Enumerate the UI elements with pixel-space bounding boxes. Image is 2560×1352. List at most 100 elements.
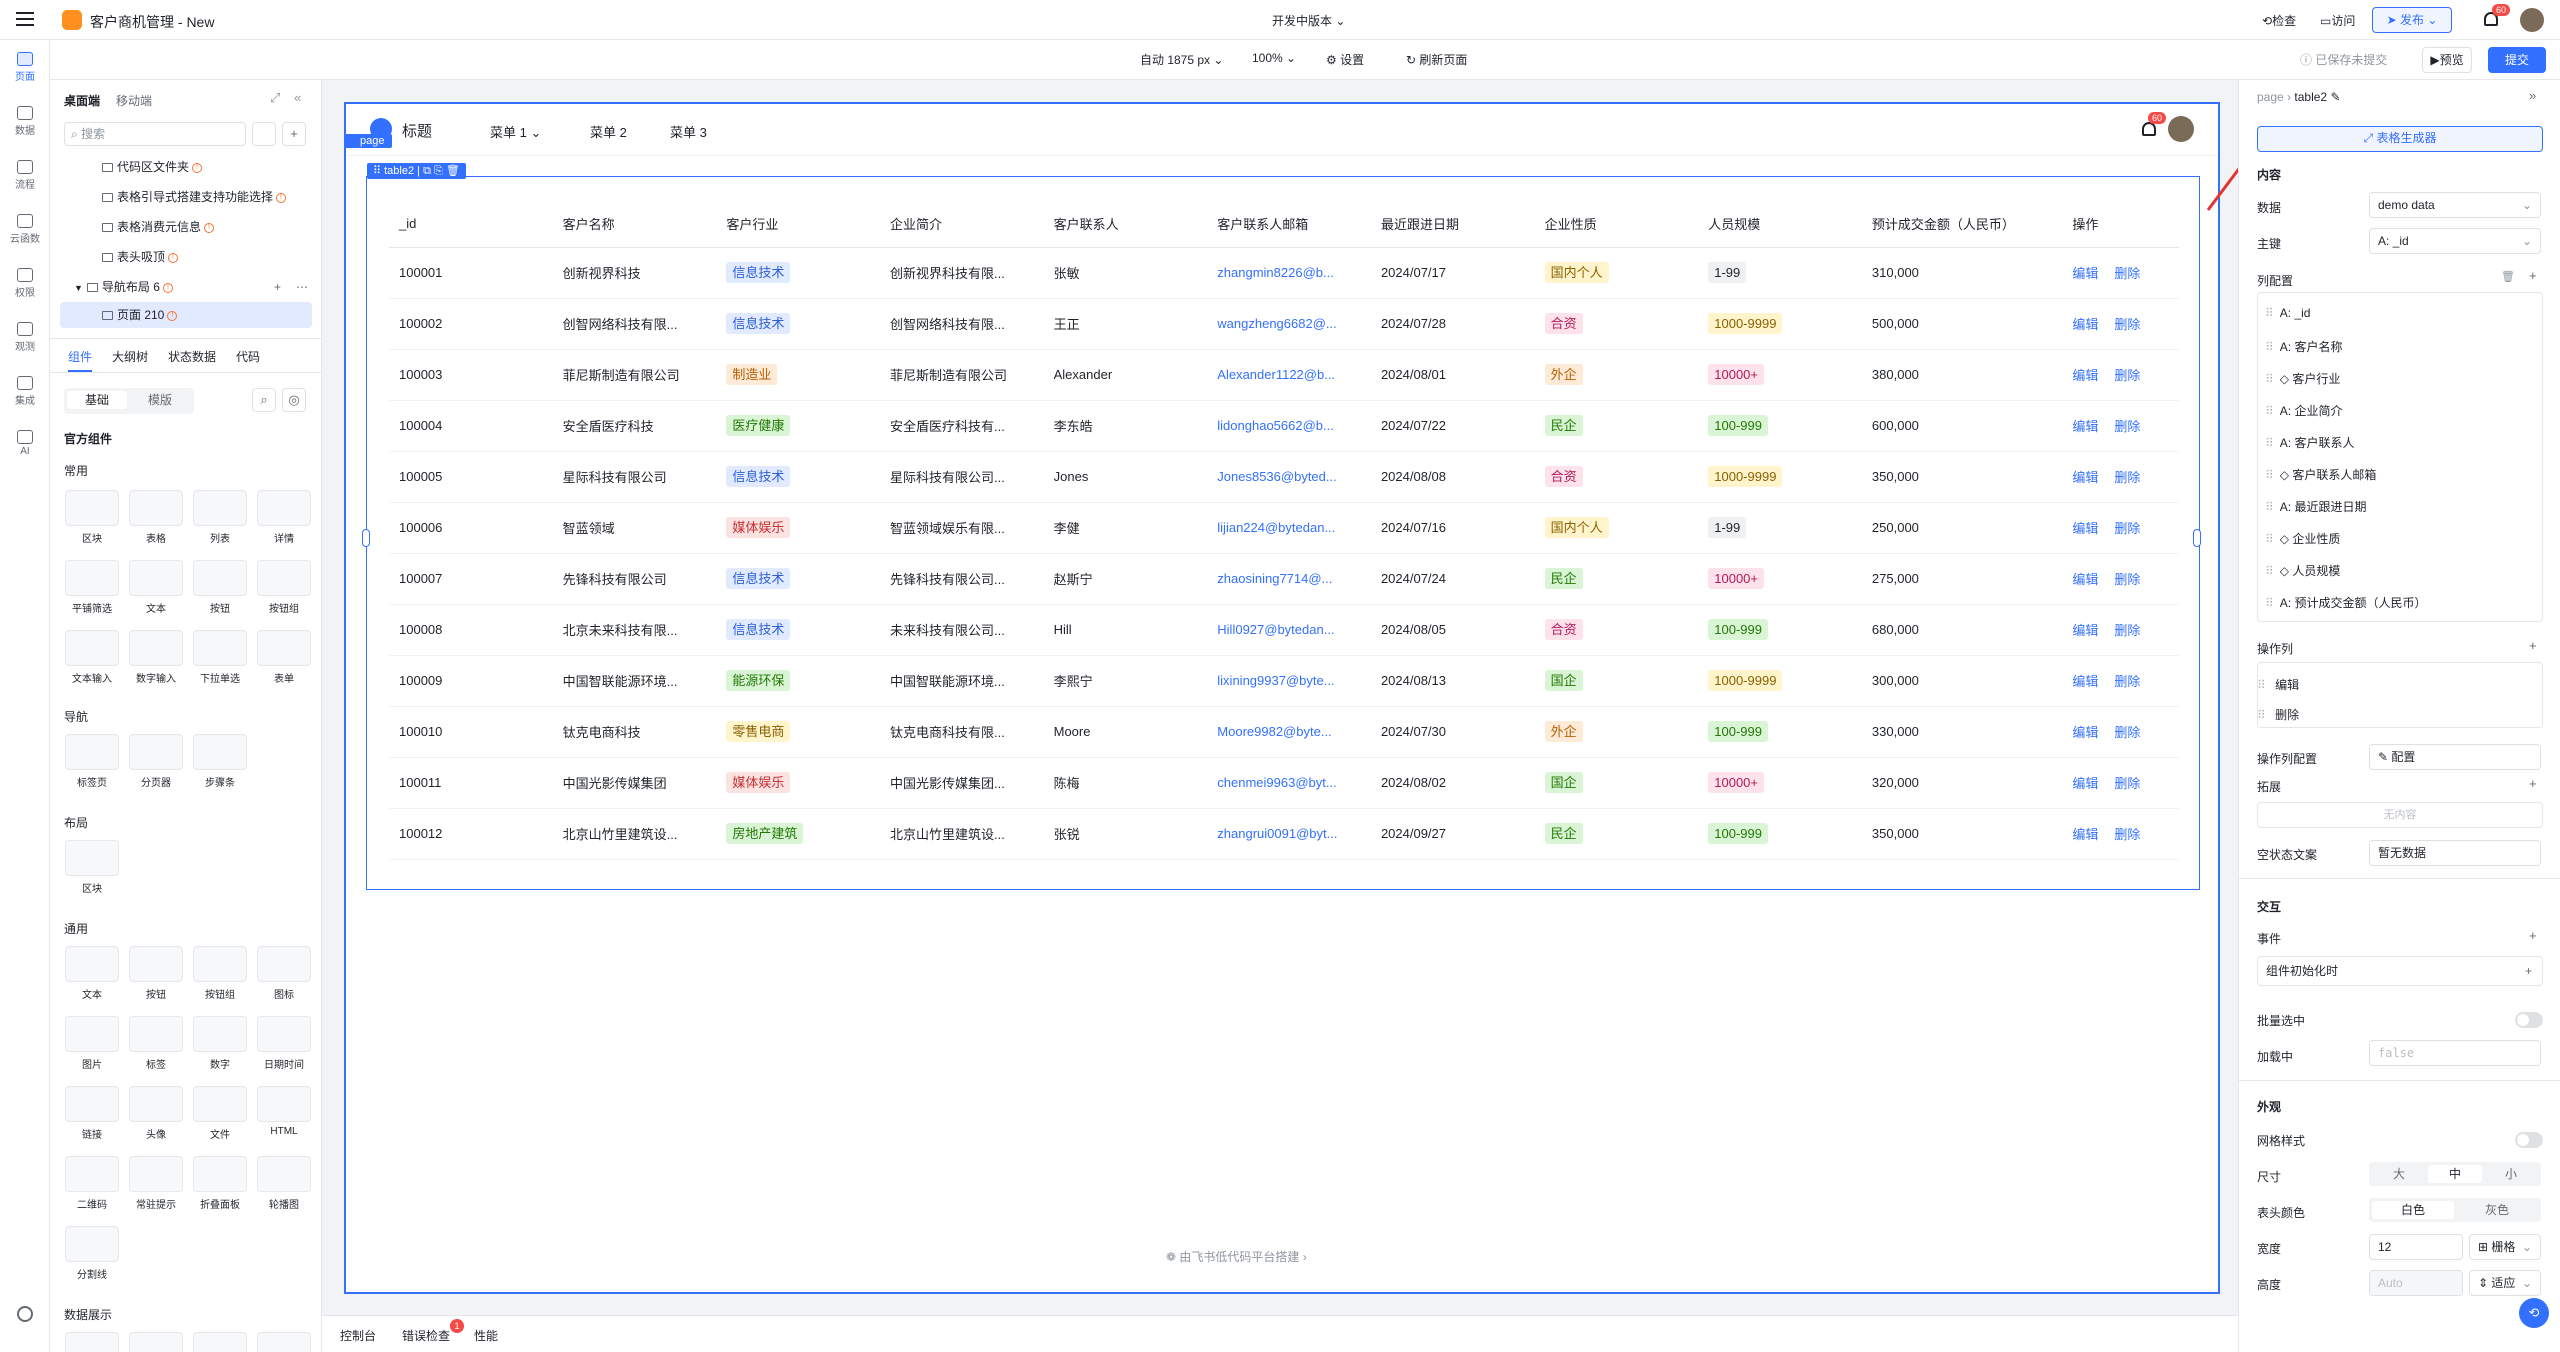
add-page-button[interactable]: + [282,122,306,146]
column-config-item[interactable]: ⠿ A: 客户联系人 [2265,434,2354,451]
email-link[interactable]: Jones8536@byted... [1207,451,1371,503]
email-link[interactable]: zhaosining7714@... [1207,553,1371,605]
publish-button[interactable]: ➤ 发布 ⌄ [2372,7,2452,33]
component-tile[interactable]: 步骤条 [192,734,248,789]
tab-desktop[interactable]: 桌面端 [64,92,100,109]
delete-link[interactable]: 删除 [2114,623,2140,638]
column-header[interactable]: _id [389,201,553,248]
email-link[interactable]: Moore9982@byte... [1207,706,1371,758]
table-row[interactable]: 100001 创新视界科技 信息技术 创新视界科技有限... 张敏 zhangmin822… [389,247,2179,299]
trash-icon[interactable]: 🗑 [2501,270,2515,283]
add-op-icon[interactable]: + [2529,638,2537,653]
component-tile[interactable]: 区块 [64,490,120,545]
tab-state-data[interactable]: 状态数据 [168,348,216,365]
width-auto-selector[interactable]: 自动 1875 px ⌄ [1140,51,1223,68]
preview-button[interactable]: ▶预览 [2422,47,2472,73]
component-settings-icon[interactable]: ◎ [282,388,306,412]
rail-page[interactable]: 页面 [0,52,50,83]
settings-button[interactable]: ⚙ 设置 [1326,51,1364,68]
edit-link[interactable]: 编辑 [2072,623,2098,638]
component-tile[interactable]: 数字输入 [128,630,184,685]
column-header[interactable]: 企业性质 [1534,201,1699,248]
grid-style-toggle[interactable] [2515,1132,2543,1148]
height-input[interactable]: Auto [2369,1270,2463,1296]
edit-link[interactable]: 编辑 [2072,674,2098,689]
empty-text-input[interactable]: 暂无数据 [2369,840,2541,866]
component-tile[interactable]: 分割线 [64,1226,120,1281]
component-tile[interactable]: 下拉单选 [192,630,248,685]
rail-observe[interactable]: 观测 [0,322,50,353]
component-tile[interactable]: 分页器 [128,734,184,789]
breadcrumb-page[interactable]: page [2257,90,2284,104]
settings-gear-icon[interactable] [17,1306,33,1322]
rail-ai[interactable]: AI [0,430,50,457]
email-link[interactable]: lijian224@bytedan... [1207,502,1371,554]
component-tile[interactable]: 文本 [128,560,184,615]
column-header[interactable]: 预计成交金额（人民币） [1861,201,2063,248]
component-tile[interactable]: 轮播图 [256,1156,312,1211]
table-row[interactable]: 100010 钛克电商科技 零售电商 钛克电商科技有限... Moore Moore998… [389,706,2179,758]
table-row[interactable]: 100012 北京山竹里建筑设... 房地产建筑 北京山竹里建筑设... 张锐 zhang… [389,808,2179,860]
size-large[interactable]: 大 [2372,1165,2426,1183]
delete-link[interactable]: 删除 [2114,674,2140,689]
component-tile[interactable]: 文本 [64,946,120,1001]
rail-permission[interactable]: 权限 [0,268,50,299]
column-config-item[interactable]: ⠿ A: 最近跟进日期 [2265,498,2366,515]
component-tile[interactable] [128,1332,184,1352]
component-tile[interactable] [192,1332,248,1352]
add-expand-icon[interactable]: + [2529,776,2537,791]
app-title[interactable]: 客户商机管理 - New [90,12,214,32]
console-tab[interactable]: 控制台 [340,1327,376,1344]
component-tile[interactable]: 头像 [128,1086,184,1141]
collapse-right-icon[interactable]: » [2529,88,2536,103]
edit-link[interactable]: 编辑 [2072,317,2098,332]
component-tile[interactable]: 图片 [64,1016,120,1071]
table-generator-button[interactable]: ⤢ 表格生成器 [2257,126,2543,152]
page-bell-icon[interactable] [2142,122,2156,136]
component-tile[interactable]: 数字 [192,1016,248,1071]
batch-select-toggle[interactable] [2515,1012,2543,1028]
delete-link[interactable]: 删除 [2114,572,2140,587]
component-tile[interactable]: 标签 [128,1016,184,1071]
email-link[interactable]: Alexander1122@b... [1207,349,1371,401]
tab-mobile[interactable]: 移动端 [116,92,152,109]
version-selector[interactable]: 开发中版本 ⌄ [1272,12,1345,29]
component-tile[interactable]: 折叠面板 [192,1156,248,1211]
data-source-select[interactable]: demo data ⌄ [2369,192,2541,218]
collapse-panel-icon[interactable]: « [294,90,301,105]
page-search-input[interactable]: ⌕ 搜索 [64,122,246,146]
expand-icon[interactable]: ⤢ [270,90,280,106]
resize-handle-right[interactable] [2193,529,2201,547]
primary-key-select[interactable]: A: _id ⌄ [2369,228,2541,254]
edit-icon[interactable]: ✎ [2330,90,2340,104]
visit-button[interactable]: ▭访问 [2320,12,2355,29]
component-tile[interactable]: HTML [256,1086,312,1137]
delete-link[interactable]: 删除 [2114,470,2140,485]
size-medium[interactable]: 中 [2428,1165,2482,1183]
page-frame[interactable]: 标题 菜单 1 ⌄ 菜单 2 菜单 3 60 page ⠿ table2 | ⧉… [344,102,2220,1294]
edit-link[interactable]: 编辑 [2072,419,2098,434]
column-header[interactable]: 客户名称 [552,201,717,248]
layout-toggle-icon[interactable] [252,122,276,146]
component-tile[interactable]: 图标 [256,946,312,1001]
tree-item-nav-layout[interactable]: ▼ 导航布局 6! + ⋯ [60,274,310,300]
rail-data[interactable]: 数据 [0,106,50,137]
component-search-icon[interactable]: ⌕ [252,388,276,412]
add-column-icon[interactable]: + [2529,268,2537,283]
table-row[interactable]: 100005 星际科技有限公司 信息技术 星际科技有限公司... Jones Jones8… [389,451,2179,503]
table-row[interactable]: 100007 先锋科技有限公司 信息技术 先锋科技有限公司... 赵斯宁 zhaosini… [389,553,2179,605]
component-tile[interactable]: 区块 [64,840,120,895]
table-row[interactable]: 100011 中国光影传媒集团 媒体娱乐 中国光影传媒集团... 陈梅 chenmei99… [389,757,2179,809]
component-tile[interactable]: 常驻提示 [128,1156,184,1211]
edit-link[interactable]: 编辑 [2072,725,2098,740]
column-config-item[interactable]: ⠿ ◇ 企业性质 [2265,530,2340,547]
component-tile[interactable]: 标签页 [64,734,120,789]
tab-components[interactable]: 组件 [68,348,92,365]
menu-icon[interactable] [16,12,34,26]
rail-flow[interactable]: 流程 [0,160,50,191]
delete-link[interactable]: 删除 [2114,827,2140,842]
column-header[interactable]: 操作 [2062,201,2179,248]
duplicate-icon[interactable]: ⎘ [434,165,443,177]
component-tile[interactable]: 按钮 [192,560,248,615]
zoom-selector[interactable]: 100% ⌄ [1252,51,1296,65]
